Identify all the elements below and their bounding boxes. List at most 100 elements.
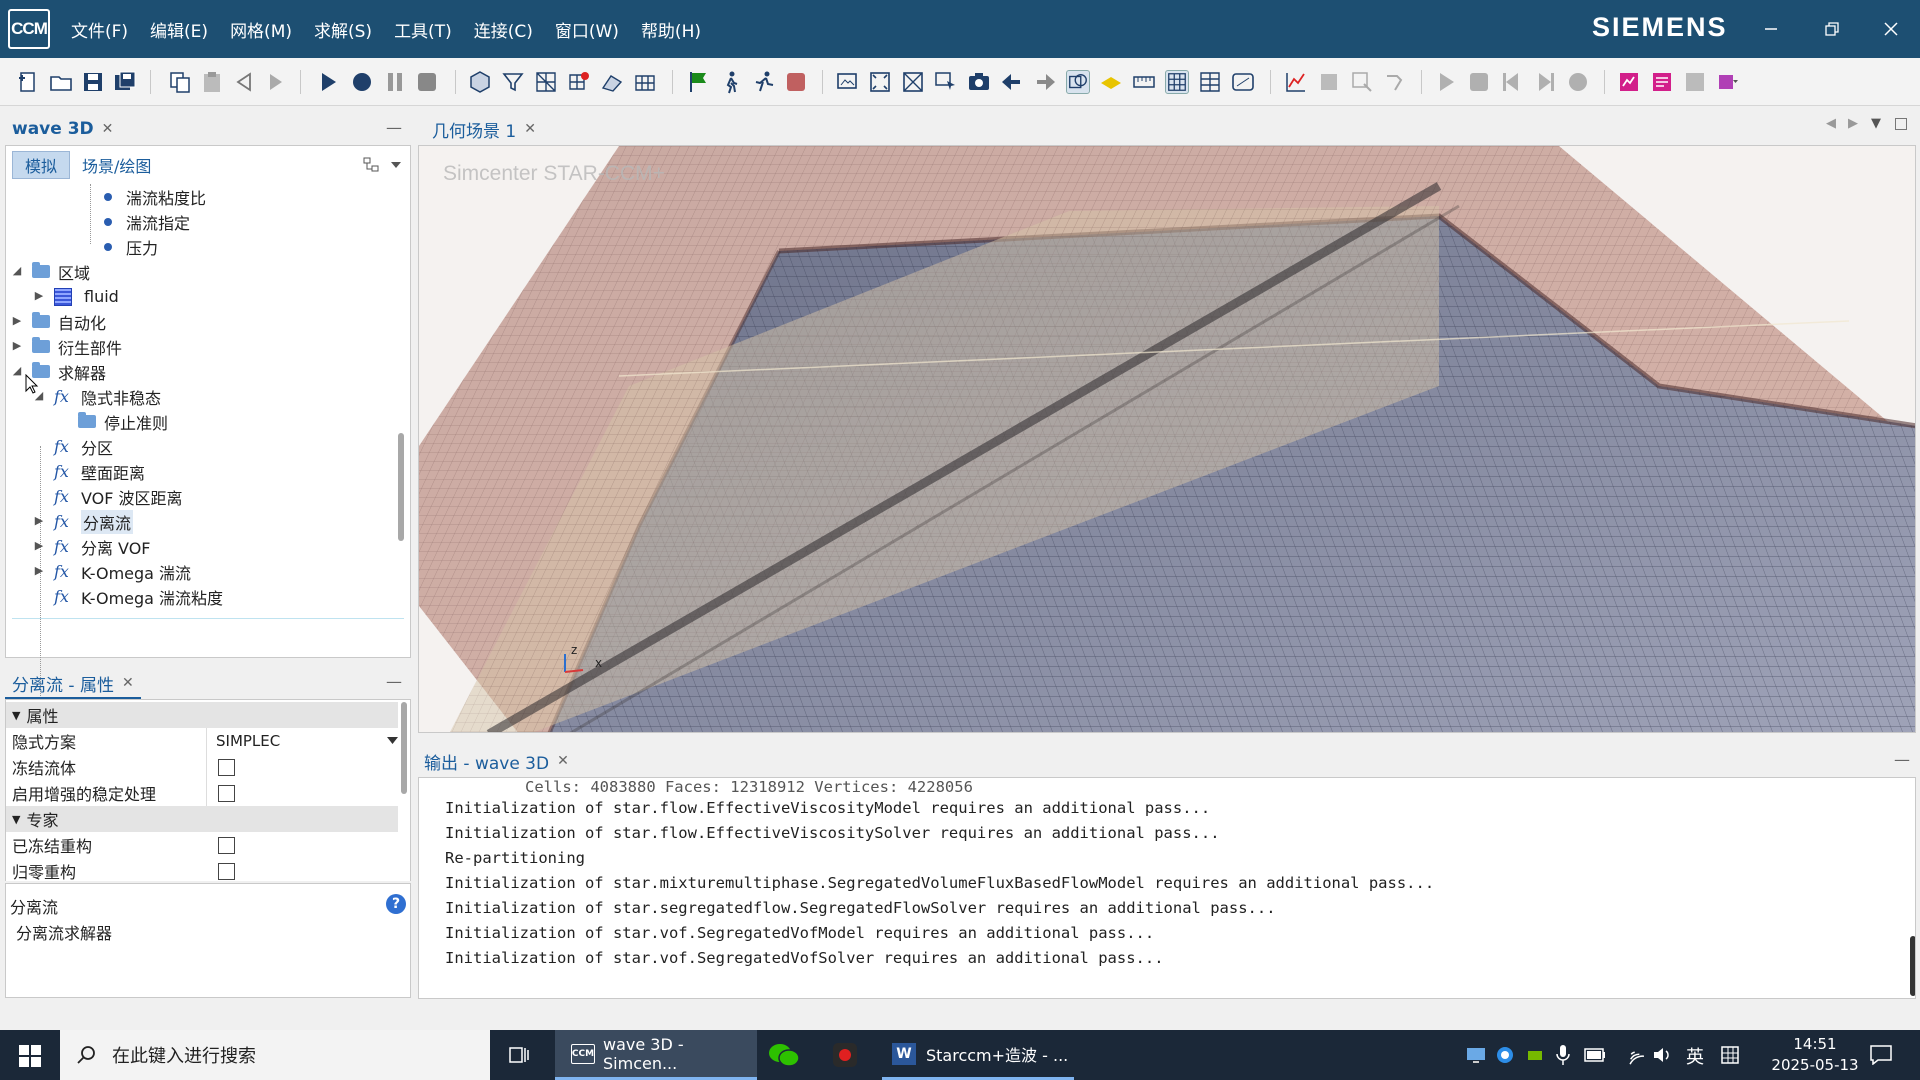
menu-file[interactable]: 文件(F) — [60, 17, 139, 42]
enhanced-stabilization-checkbox[interactable] — [218, 784, 235, 802]
ruler-icon[interactable] — [1132, 70, 1156, 94]
menu-connect[interactable]: 连接(C) — [463, 17, 544, 42]
tab-wave-3d[interactable]: wave 3D ✕ — [12, 116, 113, 142]
walk-icon[interactable] — [719, 70, 743, 94]
monitor-icon[interactable] — [1683, 70, 1707, 94]
expand-arrow-icon[interactable]: ▶ — [32, 289, 46, 302]
tree-item-partitioning[interactable]: fx 分区 — [54, 434, 113, 459]
redo-icon[interactable] — [264, 70, 288, 94]
run-fast-icon[interactable] — [752, 70, 776, 94]
stop-icon[interactable] — [415, 70, 439, 94]
menu-solve[interactable]: 求解(S) — [303, 17, 383, 42]
tray-volume-icon[interactable] — [1652, 1045, 1672, 1065]
notification-center-icon[interactable] — [1870, 1045, 1892, 1065]
tree-item-k-omega-viscosity[interactable]: fx K-Omega 湍流粘度 — [54, 584, 223, 609]
step-back-icon[interactable] — [1500, 70, 1524, 94]
screen-recorder-icon[interactable] — [832, 1042, 858, 1068]
expand-arrow-icon[interactable]: ▶ — [10, 339, 24, 352]
paste-icon[interactable] — [200, 70, 224, 94]
tray-monitor-icon[interactable] — [1466, 1046, 1486, 1064]
pause-icon[interactable] — [383, 70, 407, 94]
frozen-fluid-checkbox[interactable] — [218, 758, 235, 776]
tab-output[interactable]: 输出 - wave 3D ✕ — [424, 748, 569, 774]
scene-viewport[interactable]: Simcenter STAR-CCM+ z x — [418, 145, 1916, 733]
wechat-icon[interactable] — [768, 1042, 800, 1068]
surface-repair-icon[interactable] — [600, 70, 624, 94]
mesh-icon[interactable] — [534, 70, 558, 94]
expand-arrow-icon[interactable]: ▶ — [10, 314, 24, 327]
volume-mesh-icon[interactable] — [633, 70, 657, 94]
taskbar-app-word[interactable]: W Starccm+造波 - ... — [882, 1030, 1074, 1080]
taskbar-search-box[interactable]: 在此键入进行搜索 — [60, 1030, 490, 1080]
close-tab-icon[interactable]: ✕ — [557, 753, 569, 769]
zero-reconstruction-checkbox[interactable] — [218, 862, 235, 880]
tab-geometry-scene[interactable]: 几何场景 1 ✕ — [432, 116, 536, 142]
probe-icon[interactable] — [1350, 70, 1374, 94]
tree-item-solvers[interactable]: 求解器 — [32, 359, 106, 384]
expand-arrow-icon[interactable]: ▶ — [32, 564, 46, 577]
frozen-reconstruction-checkbox[interactable] — [218, 836, 235, 854]
tab-scroll-right-icon[interactable]: ▶ — [1848, 116, 1858, 131]
plane-section-icon[interactable] — [1099, 70, 1123, 94]
maximize-panel-icon[interactable] — [1895, 118, 1907, 130]
tree-item-automation[interactable]: 自动化 — [32, 309, 106, 334]
tab-scroll-left-icon[interactable]: ◀ — [1826, 116, 1836, 131]
tree-item-segregated-vof[interactable]: fx 分离 VOF — [54, 534, 151, 559]
restore-button[interactable] — [1817, 14, 1847, 44]
menu-help[interactable]: 帮助(H) — [630, 17, 712, 42]
collapse-arrow-icon[interactable]: ◢ — [10, 264, 24, 277]
tray-wifi-icon[interactable] — [1624, 1045, 1644, 1065]
tree-item[interactable]: 湍流指定 — [104, 209, 190, 234]
back-arrow-icon[interactable] — [1000, 70, 1024, 94]
tree-item-segregated-flow[interactable]: fx 分离流 — [54, 509, 133, 534]
close-tab-icon[interactable]: ✕ — [122, 675, 134, 691]
menu-window[interactable]: 窗口(W) — [544, 17, 630, 42]
view-toggle-icon[interactable] — [1066, 70, 1090, 94]
grid-icon[interactable] — [1165, 70, 1189, 94]
tree-item-wall-distance[interactable]: fx 壁面距离 — [54, 459, 145, 484]
geometry-cube-icon[interactable] — [468, 70, 492, 94]
output-panel[interactable]: Cells: 4083880 Faces: 12318912 Vertices:… — [418, 777, 1916, 999]
copy-icon[interactable] — [168, 70, 192, 94]
expand-arrow-icon[interactable]: ▶ — [32, 514, 46, 527]
menu-tools[interactable]: 工具(T) — [383, 17, 463, 42]
derived-part-icon[interactable] — [1317, 70, 1341, 94]
tree-item-vof-wave-zone[interactable]: fx VOF 波区距离 — [54, 484, 183, 509]
task-view-icon[interactable] — [508, 1044, 530, 1066]
subtab-scenes-plots[interactable]: 场景/绘图 — [70, 152, 163, 178]
tray-microphone-icon[interactable] — [1556, 1044, 1570, 1066]
reset-view-icon[interactable] — [901, 70, 925, 94]
window-view-icon[interactable] — [1231, 70, 1255, 94]
new-simulation-icon[interactable] — [16, 70, 40, 94]
stop-animation-icon[interactable] — [1467, 70, 1491, 94]
minimize-button[interactable] — [1756, 14, 1786, 44]
screenshot-icon[interactable] — [835, 70, 859, 94]
mesh-render[interactable] — [419, 146, 1916, 733]
tree-item-stopping-criteria[interactable]: 停止准则 — [78, 409, 168, 434]
table-icon[interactable] — [1198, 70, 1222, 94]
collapse-arrow-icon[interactable]: ◢ — [10, 364, 24, 377]
report-icon[interactable] — [1650, 70, 1674, 94]
close-tab-icon[interactable]: ✕ — [102, 121, 114, 137]
fit-view-icon[interactable] — [868, 70, 892, 94]
windows-start-icon[interactable] — [19, 1045, 41, 1067]
properties-scrollbar[interactable] — [401, 702, 407, 794]
clear-mesh-icon[interactable] — [567, 70, 591, 94]
tree-item[interactable]: 湍流粘度比 — [104, 184, 206, 209]
tray-network-app-icon[interactable] — [1496, 1046, 1514, 1064]
close-button[interactable] — [1876, 14, 1906, 44]
save-icon[interactable] — [81, 70, 105, 94]
tree-item-regions[interactable]: 区域 — [32, 259, 90, 284]
output-scrollbar[interactable] — [1910, 936, 1915, 996]
tree-item-fluid[interactable]: fluid — [54, 284, 119, 309]
minimize-panel-icon[interactable]: — — [1894, 750, 1910, 769]
tree-dropdown-icon[interactable] — [390, 160, 402, 170]
collapse-arrow-icon[interactable]: ▼ — [12, 813, 20, 826]
play-animation-icon[interactable] — [1434, 70, 1458, 94]
open-folder-icon[interactable] — [49, 70, 73, 94]
menu-mesh[interactable]: 网格(M) — [219, 17, 303, 42]
tab-list-dropdown-icon[interactable]: ▼ — [1871, 116, 1881, 131]
record-icon[interactable] — [1566, 70, 1590, 94]
minimize-panel-icon[interactable]: — — [386, 118, 402, 137]
menu-edit[interactable]: 编辑(E) — [139, 17, 219, 42]
